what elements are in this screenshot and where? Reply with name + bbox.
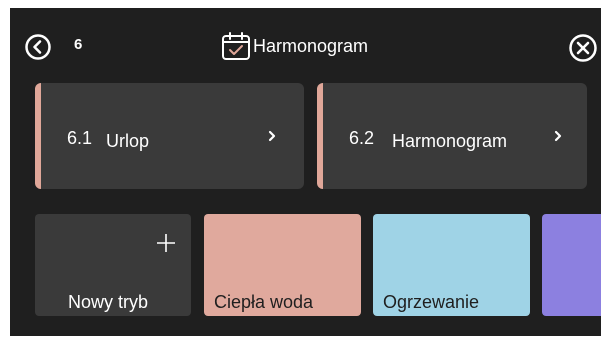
nav-card-urlop[interactable]: 6.1 Urlop <box>35 83 304 189</box>
nav-card-harmonogram[interactable]: 6.2 Harmonogram <box>317 83 587 189</box>
chevron-right-icon <box>268 130 276 142</box>
page-title: Harmonogram <box>253 35 369 56</box>
tile-label: Nowy tryb <box>68 292 149 312</box>
tile-label: Ciepła woda <box>214 292 314 312</box>
tile-heating[interactable]: Ogrzewanie <box>373 214 530 316</box>
chevron-right-icon <box>554 130 562 142</box>
close-button[interactable] <box>568 33 598 63</box>
tile-new-mode[interactable]: Nowy tryb <box>35 214 191 316</box>
plus-icon <box>157 234 175 252</box>
tile-label: Ogrzewanie <box>383 292 480 312</box>
card-label: Harmonogram <box>392 131 508 151</box>
chevron-left-circle-icon <box>25 34 51 60</box>
card-accent <box>35 83 41 189</box>
back-button[interactable] <box>24 33 52 61</box>
card-number: 6.2 <box>349 128 375 148</box>
page-title-group: Harmonogram <box>220 28 368 64</box>
breadcrumb: 6 <box>74 36 83 53</box>
close-circle-icon <box>569 34 597 62</box>
header: 6 Harmonogram <box>10 8 601 78</box>
screen: 6 Harmonogram 6.1 Urlop 6.2 Harmonogram … <box>10 8 601 336</box>
card-label: Urlop <box>106 131 150 151</box>
calendar-check-icon <box>222 32 250 60</box>
card-number: 6.1 <box>67 128 93 148</box>
card-accent <box>317 83 323 189</box>
tile-mode[interactable] <box>542 214 601 316</box>
tile-hot-water[interactable]: Ciepła woda <box>204 214 361 316</box>
